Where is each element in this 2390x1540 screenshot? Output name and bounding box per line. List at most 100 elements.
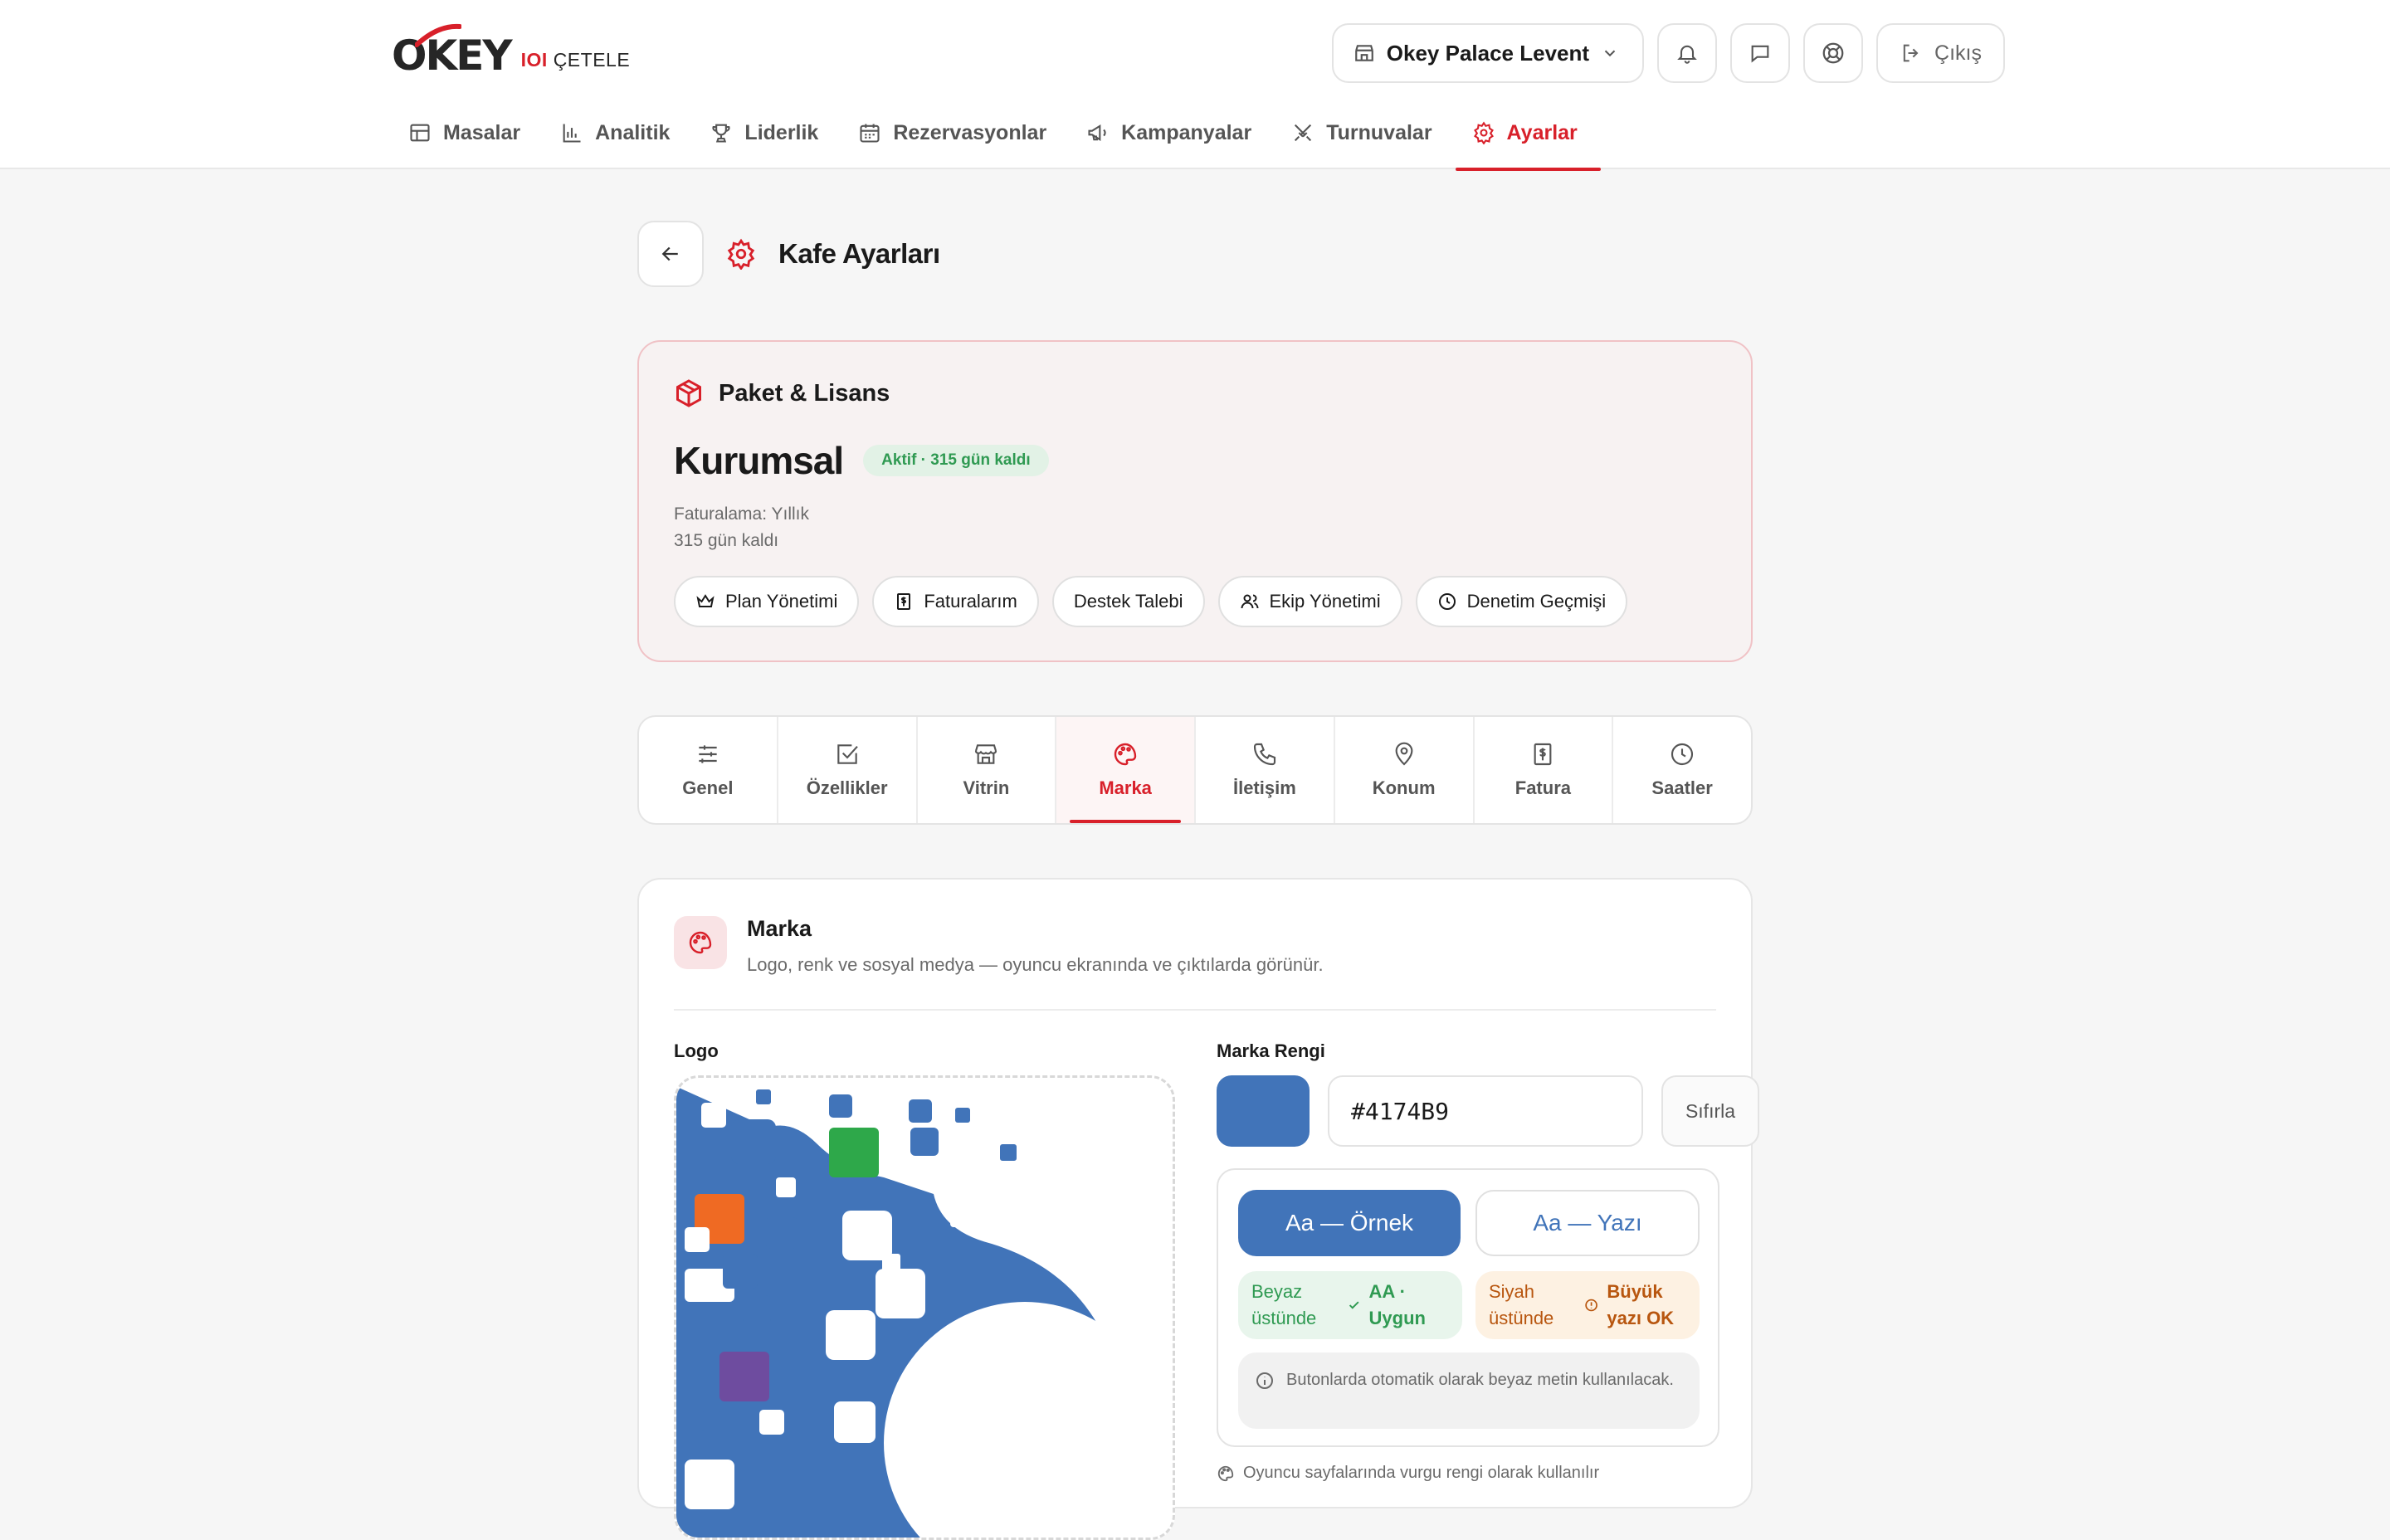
gear-icon — [727, 238, 755, 270]
invoice-icon — [1534, 743, 1552, 766]
clock-icon — [1671, 743, 1694, 766]
tab-label: Fatura — [1514, 777, 1571, 798]
venue-selector[interactable]: Okey Palace Levent — [1331, 23, 1645, 83]
store-icon — [1354, 45, 1373, 61]
nav-label: Analitik — [595, 121, 671, 144]
palette-icon — [1114, 743, 1137, 766]
bar-chart-icon — [563, 124, 581, 143]
store-icon — [975, 744, 997, 764]
nav-label: Rezervasyonlar — [893, 121, 1047, 144]
auto-text-info: Butonlarda otomatik olarak beyaz metin k… — [1238, 1352, 1700, 1429]
hex-color-input[interactable]: #4174B9 — [1328, 1075, 1643, 1147]
check-icon — [1349, 1301, 1359, 1309]
top-header: OKEY IOI ÇETELE Okey Palace Levent Çıkış… — [0, 0, 2390, 171]
logout-icon — [1903, 44, 1919, 62]
messages-button[interactable] — [1730, 23, 1791, 83]
tab-label: Konum — [1372, 777, 1436, 798]
invoice-icon — [897, 593, 911, 610]
nav-item-analitik[interactable]: Analitik — [544, 111, 693, 169]
page-title: Kafe Ayarları — [778, 238, 940, 269]
reset-button[interactable]: Sıfırla — [1661, 1075, 1759, 1147]
brand-logo[interactable]: OKEY IOI ÇETELE — [392, 23, 631, 85]
contrast-white-label: Beyaz üstünde — [1251, 1281, 1317, 1328]
tab-label: Genel — [682, 777, 734, 798]
tab-fatura[interactable]: Fatura — [1475, 717, 1614, 823]
plan-name: Kurumsal — [674, 439, 844, 482]
contrast-black-label: Siyah üstünde — [1489, 1281, 1554, 1328]
back-button[interactable] — [637, 221, 704, 287]
nav-label: Ayarlar — [1506, 121, 1578, 144]
logo-wordmark: OKEY — [392, 23, 513, 80]
crown-icon — [696, 594, 715, 607]
help-button[interactable] — [1803, 23, 1864, 83]
contrast-black-badge: Siyah üstünde Büyük yazı OK — [1475, 1271, 1700, 1339]
tab-label: Özellikler — [806, 777, 888, 798]
clock-icon — [1438, 593, 1456, 610]
divider — [674, 1009, 1716, 1011]
settings-tabs: Genel Özellikler Vitrin Marka İletişim K… — [637, 715, 1753, 825]
status-badge: Aktif · 315 gün kaldı — [863, 445, 1049, 476]
chat-icon — [1751, 45, 1769, 63]
team-management-button[interactable]: Ekip Yönetimi — [1217, 576, 1402, 627]
brand-card-title: Marka — [747, 916, 812, 941]
nav-item-kampanyalar[interactable]: Kampanyalar — [1070, 111, 1275, 169]
megaphone-icon — [1088, 124, 1106, 142]
billing-text: Faturalama: Yıllık — [674, 504, 810, 524]
tab-label: Marka — [1099, 777, 1152, 798]
license-card: Paket & Lisans Kurumsal Aktif · 315 gün … — [637, 340, 1753, 662]
logout-button[interactable]: Çıkış — [1876, 23, 2005, 83]
invoices-button[interactable]: Faturalarım — [872, 576, 1039, 627]
nav-label: Masalar — [443, 121, 521, 144]
page-title-row: Kafe Ayarları — [637, 221, 940, 287]
swords-icon — [1295, 124, 1312, 142]
tab-iletisim[interactable]: İletişim — [1196, 717, 1335, 823]
preview-filled-button: Aa — Örnek — [1238, 1190, 1461, 1256]
license-heading-text: Paket & Lisans — [719, 379, 890, 407]
preview-outline-button: Aa — Yazı — [1475, 1190, 1700, 1256]
audit-history-button[interactable]: Denetim Geçmişi — [1415, 576, 1628, 627]
contrast-white-result: AA · Uygun — [1368, 1281, 1426, 1328]
nav-item-rezervasyonlar[interactable]: Rezervasyonlar — [841, 111, 1070, 169]
brand-card-subtitle: Logo, renk ve sosyal medya — oyuncu ekra… — [747, 954, 1324, 975]
sliders-icon — [699, 745, 717, 763]
remaining-text: 315 gün kaldı — [674, 531, 779, 550]
calendar-icon — [860, 124, 880, 143]
support-request-button[interactable]: Destek Talebi — [1051, 576, 1205, 627]
chip-label: Plan Yönetimi — [725, 591, 838, 612]
nav-label: Kampanyalar — [1121, 121, 1252, 144]
logo-upload-area[interactable] — [674, 1075, 1175, 1540]
nav-item-ayarlar[interactable]: Ayarlar — [1455, 111, 1602, 171]
tab-label: Saatler — [1651, 777, 1713, 798]
tab-vitrin[interactable]: Vitrin — [918, 717, 1057, 823]
nav-item-liderlik[interactable]: Liderlik — [693, 111, 841, 169]
notifications-button[interactable] — [1657, 23, 1718, 83]
color-swatch[interactable] — [1217, 1075, 1310, 1147]
main-nav: Masalar Analitik Liderlik Rezervasyonlar… — [392, 111, 1602, 171]
tab-ozellikler[interactable]: Özellikler — [778, 717, 918, 823]
plan-management-button[interactable]: Plan Yönetimi — [674, 576, 860, 627]
lifebuoy-icon — [1822, 42, 1844, 64]
nav-label: Liderlik — [744, 121, 819, 144]
nav-item-turnuvalar[interactable]: Turnuvalar — [1275, 111, 1455, 169]
hint-text: Oyuncu sayfalarında vurgu rengi olarak k… — [1243, 1464, 1600, 1482]
tab-genel[interactable]: Genel — [639, 717, 778, 823]
logo-label: Logo — [674, 1040, 719, 1061]
color-preview-panel: Aa — Örnek Aa — Yazı Beyaz üstünde AA · … — [1217, 1168, 1719, 1447]
accent-hint: Oyuncu sayfalarında vurgu rengi olarak k… — [1217, 1464, 1599, 1483]
chevron-down-icon — [1604, 50, 1616, 57]
bell-icon — [1677, 45, 1697, 64]
tab-konum[interactable]: Konum — [1335, 717, 1475, 823]
chip-label: Faturalarım — [924, 591, 1017, 612]
package-icon — [676, 379, 701, 407]
map-pin-icon — [1395, 742, 1413, 766]
logo-subtitle: IOI ÇETELE — [520, 48, 631, 71]
contrast-white-badge: Beyaz üstünde AA · Uygun — [1238, 1271, 1462, 1339]
logout-label: Çıkış — [1934, 41, 1982, 65]
tab-saatler[interactable]: Saatler — [1613, 717, 1751, 823]
tab-marka[interactable]: Marka — [1056, 717, 1196, 823]
info-text: Butonlarda otomatik olarak beyaz metin k… — [1286, 1371, 1674, 1389]
chip-label: Ekip Yönetimi — [1269, 591, 1381, 612]
nav-item-masalar[interactable]: Masalar — [392, 111, 544, 169]
license-meta: Faturalama: Yıllık 315 gün kaldı — [674, 501, 809, 554]
tab-label: Vitrin — [963, 777, 1010, 798]
